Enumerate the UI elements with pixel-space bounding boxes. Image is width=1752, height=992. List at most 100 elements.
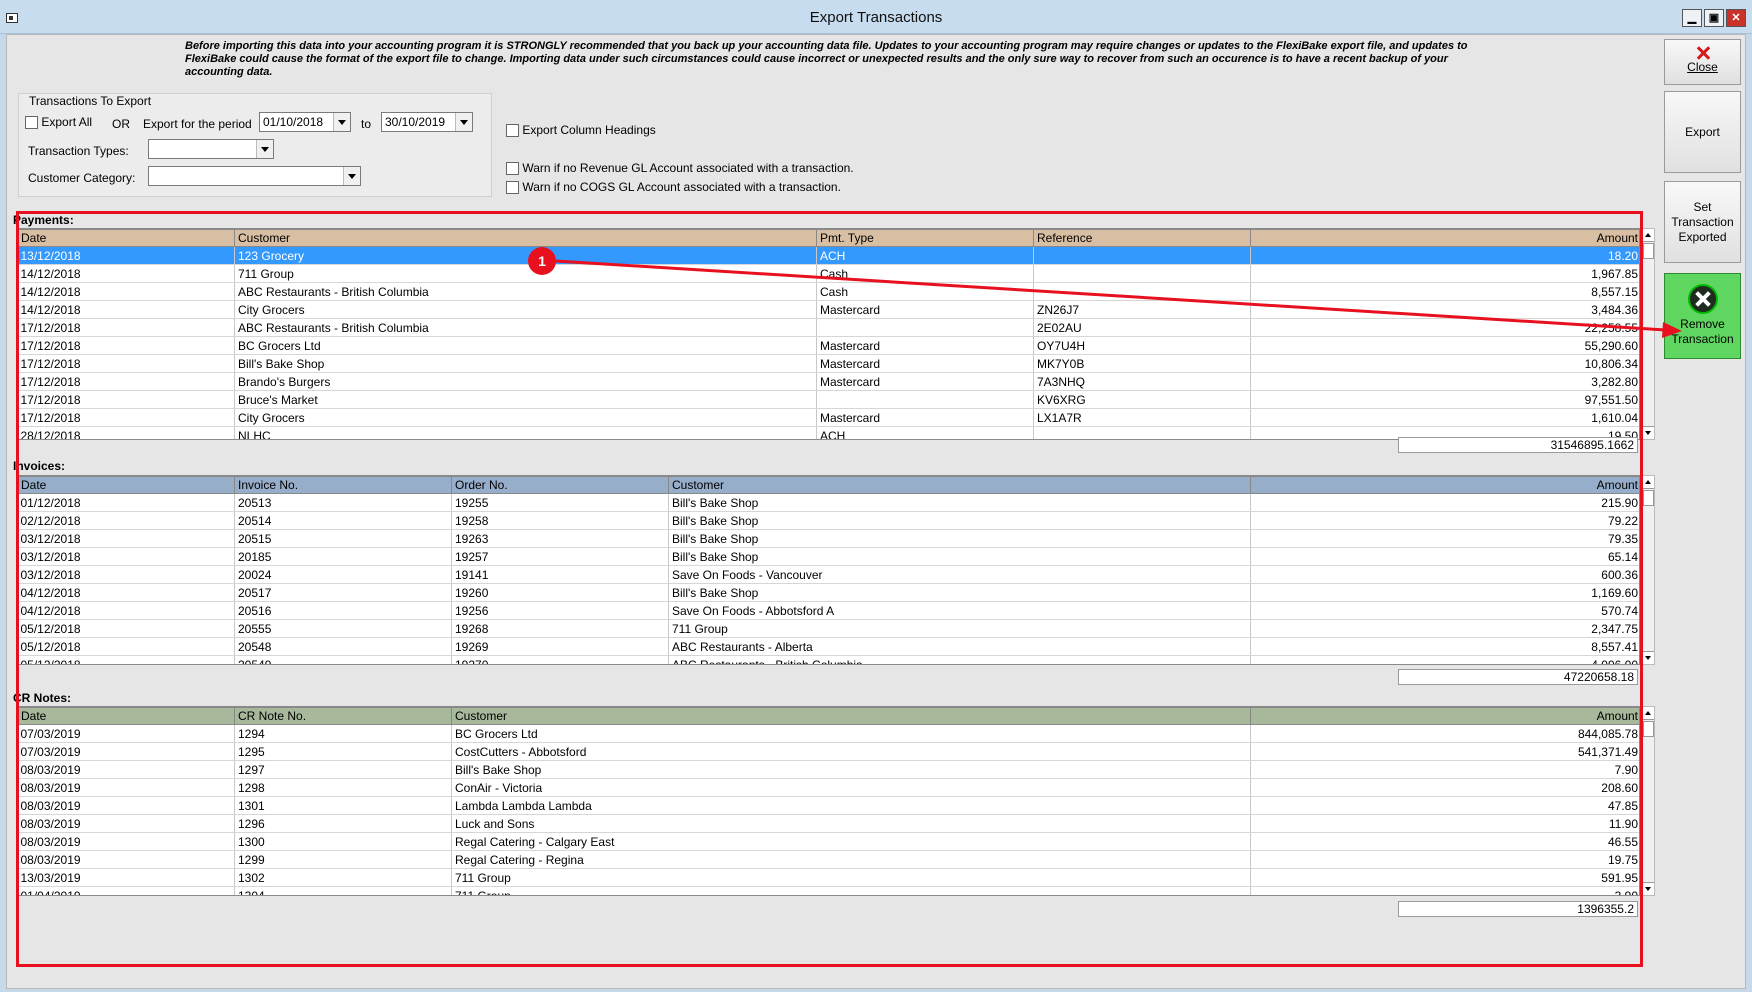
chevron-down-icon[interactable] xyxy=(333,113,350,131)
table-row[interactable]: 04/12/2018 20516 19256 Save On Foods - Abbo… xyxy=(17,601,1639,620)
window-close-button[interactable]: ✕ xyxy=(1726,9,1746,27)
scroll-up-icon[interactable] xyxy=(1643,476,1654,489)
chevron-down-icon[interactable] xyxy=(343,167,360,185)
column-header[interactable]: Date xyxy=(17,476,235,494)
table-row[interactable]: 07/03/2019 1295 CostCutters - Abbotsford 54… xyxy=(17,742,1639,761)
scroll-thumb[interactable] xyxy=(1643,721,1654,737)
column-header[interactable]: Date xyxy=(17,707,235,725)
table-row[interactable]: 05/12/2018 20548 19269 ABC Restaurants - Al… xyxy=(17,637,1639,656)
close-button[interactable]: Close xyxy=(1664,39,1741,85)
table-row[interactable]: 17/12/2018 BC Grocers Ltd Mastercard OY7U4H… xyxy=(17,336,1639,355)
maximize-button[interactable]: ▣ xyxy=(1704,9,1724,27)
table-row[interactable]: 28/12/2018 NLHC ACH 19.50 xyxy=(17,426,1639,439)
scroll-down-icon[interactable] xyxy=(1643,882,1654,895)
from-date-picker[interactable]: 01/10/2018 xyxy=(259,112,351,132)
table-row[interactable]: 17/12/2018 Brando's Burgers Mastercard 7A3N… xyxy=(17,372,1639,391)
minimize-button[interactable]: ▁ xyxy=(1682,9,1702,27)
table-row[interactable]: 17/12/2018 ABC Restaurants - British Colu… xyxy=(17,318,1639,337)
table-row[interactable]: 03/12/2018 20515 19263 Bill's Bake Shop 79.3… xyxy=(17,529,1639,548)
scroll-thumb[interactable] xyxy=(1643,243,1654,259)
column-header[interactable]: Reference xyxy=(1033,229,1251,247)
table-row[interactable]: 14/12/2018 City Grocers Mastercard ZN26J7 3,… xyxy=(17,300,1639,319)
scroll-down-icon[interactable] xyxy=(1643,651,1654,664)
customer-category-select[interactable] xyxy=(148,166,361,186)
table-row[interactable]: 13/12/2018 123 Grocery ACH 18.20 xyxy=(17,246,1639,265)
table-row[interactable]: 08/03/2019 1299 Regal Catering - Regina 19.… xyxy=(17,850,1639,869)
cr-notes-total: 1396355.2 xyxy=(1398,901,1638,917)
table-row[interactable]: 08/03/2019 1296 Luck and Sons 11.90 xyxy=(17,814,1639,833)
column-header[interactable]: Customer xyxy=(234,229,817,247)
table-cell xyxy=(1033,282,1251,301)
chevron-down-icon[interactable] xyxy=(256,140,273,158)
table-row[interactable]: 13/03/2019 1302 711 Group 591.95 xyxy=(17,868,1639,887)
warn-cogs-option[interactable]: Warn if no COGS GL Account associated wi… xyxy=(506,180,841,195)
export-column-headings-option[interactable]: Export Column Headings xyxy=(506,123,656,138)
table-cell: 55,290.60 xyxy=(1250,336,1639,355)
payments-scrollbar[interactable] xyxy=(1642,228,1655,440)
scroll-down-icon[interactable] xyxy=(1643,426,1654,439)
column-header[interactable]: CR Note No. xyxy=(234,707,452,725)
warn-revenue-option[interactable]: Warn if no Revenue GL Account associated… xyxy=(506,161,854,176)
column-header[interactable]: Customer xyxy=(451,707,1251,725)
table-row[interactable]: 05/12/2018 20555 19268 711 Group 2,347.75 xyxy=(17,619,1639,638)
table-cell: 19270 xyxy=(451,655,669,664)
table-row[interactable]: 03/12/2018 20024 19141 Save On Foods - Vanc… xyxy=(17,565,1639,584)
table-cell: 01/12/2018 xyxy=(17,493,235,512)
export-all-option[interactable]: Export All xyxy=(25,115,92,130)
table-cell: 711 Group xyxy=(451,868,1251,887)
table-row[interactable]: 17/12/2018 Bill's Bake Shop Mastercard MK7Y… xyxy=(17,354,1639,373)
scroll-thumb[interactable] xyxy=(1643,490,1654,506)
table-row[interactable]: 14/12/2018 ABC Restaurants - British Colu… xyxy=(17,282,1639,301)
table-cell: 97,551.50 xyxy=(1250,390,1639,409)
table-cell: 123 Grocery xyxy=(234,246,817,265)
table-row[interactable]: 17/12/2018 Bruce's Market KV6XRG 97,551.50 xyxy=(17,390,1639,409)
table-row[interactable]: 07/03/2019 1294 BC Grocers Ltd 844,085.78 xyxy=(17,724,1639,743)
table-row[interactable]: 03/12/2018 20185 19257 Bill's Bake Shop 65.1… xyxy=(17,547,1639,566)
table-row[interactable]: 01/12/2018 20513 19255 Bill's Bake Shop 215.… xyxy=(17,493,1639,512)
scroll-up-icon[interactable] xyxy=(1643,229,1654,242)
table-row[interactable]: 02/12/2018 20514 19258 Bill's Bake Shop 79.2… xyxy=(17,511,1639,530)
export-column-headings-checkbox[interactable] xyxy=(506,124,519,138)
remove-transaction-button[interactable]: Remove Transaction xyxy=(1664,273,1741,359)
export-all-checkbox[interactable] xyxy=(25,116,38,130)
table-row[interactable]: 17/12/2018 City Grocers Mastercard LX1A7R 1,… xyxy=(17,408,1639,427)
payments-grid[interactable]: Date Customer Pmt. Type Reference Amount… xyxy=(16,228,1640,440)
column-header[interactable]: Amount xyxy=(1250,707,1639,725)
transaction-types-select[interactable] xyxy=(148,139,274,159)
or-label: OR xyxy=(112,117,130,131)
table-row[interactable]: 14/12/2018 711 Group Cash 1,967.85 xyxy=(17,264,1639,283)
invoices-title: Invoices: xyxy=(13,459,66,473)
column-header[interactable]: Date xyxy=(17,229,235,247)
table-row[interactable]: 01/04/2019 1304 711 Group 3.90 xyxy=(17,886,1639,895)
set-transaction-exported-button[interactable]: Set Transaction Exported xyxy=(1664,181,1741,263)
table-row[interactable]: 05/12/2018 20549 19270 ABC Restaurants - Br… xyxy=(17,655,1639,664)
column-header[interactable]: Invoice No. xyxy=(234,476,452,494)
cr-notes-scrollbar[interactable] xyxy=(1642,706,1655,896)
cr-notes-grid[interactable]: Date CR Note No. Customer Amount 07/03/2… xyxy=(16,706,1640,896)
table-row[interactable]: 08/03/2019 1301 Lambda Lambda Lambda 47.85 xyxy=(17,796,1639,815)
table-row[interactable]: 08/03/2019 1298 ConAir - Victoria 208.60 xyxy=(17,778,1639,797)
table-cell: 01/04/2019 xyxy=(17,886,235,895)
table-row[interactable]: 08/03/2019 1300 Regal Catering - Calgary E… xyxy=(17,832,1639,851)
table-cell: 17/12/2018 xyxy=(17,318,235,337)
column-header[interactable]: Pmt. Type xyxy=(816,229,1034,247)
table-cell: 1302 xyxy=(234,868,452,887)
scroll-up-icon[interactable] xyxy=(1643,707,1654,720)
invoices-scrollbar[interactable] xyxy=(1642,475,1655,665)
invoices-grid[interactable]: Date Invoice No. Order No. Customer Amou… xyxy=(16,475,1640,665)
table-cell: 08/03/2019 xyxy=(17,832,235,851)
column-header[interactable]: Order No. xyxy=(451,476,669,494)
warn-revenue-checkbox[interactable] xyxy=(506,162,519,176)
column-header[interactable]: Customer xyxy=(668,476,1251,494)
column-header[interactable]: Amount xyxy=(1250,476,1639,494)
table-cell: 05/12/2018 xyxy=(17,655,235,664)
warn-cogs-checkbox[interactable] xyxy=(506,181,519,195)
chevron-down-icon[interactable] xyxy=(455,113,472,131)
table-cell: Bill's Bake Shop xyxy=(668,493,1251,512)
export-button[interactable]: Export xyxy=(1664,91,1741,173)
table-row[interactable]: 04/12/2018 20517 19260 Bill's Bake Shop 1,16… xyxy=(17,583,1639,602)
table-cell: Bill's Bake Shop xyxy=(668,529,1251,548)
column-header[interactable]: Amount xyxy=(1250,229,1639,247)
to-date-picker[interactable]: 30/10/2019 xyxy=(381,112,473,132)
table-row[interactable]: 08/03/2019 1297 Bill's Bake Shop 7.90 xyxy=(17,760,1639,779)
